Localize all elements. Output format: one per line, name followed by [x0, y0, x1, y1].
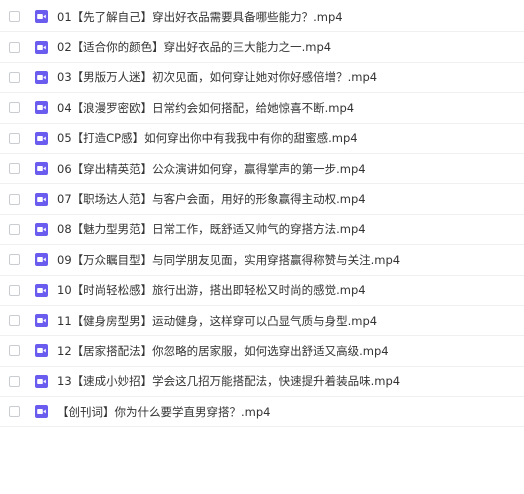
file-name[interactable]: 13【速成小妙招】学会这几招万能搭配法，快速提升着装品味.mp4	[57, 373, 400, 389]
file-name[interactable]: 09【万众瞩目型】与同学朋友见面，实用穿搭赢得称赞与关注.mp4	[57, 252, 400, 268]
video-file-icon	[35, 344, 48, 358]
video-file-icon	[35, 222, 48, 236]
select-checkbox[interactable]	[9, 163, 20, 175]
file-name[interactable]: 03【男版万人迷】初次见面，如何穿让她对你好感倍增？.mp4	[57, 69, 377, 85]
select-checkbox[interactable]	[9, 254, 20, 266]
video-camera-glyph-icon	[37, 105, 46, 111]
video-camera-glyph-icon	[37, 257, 46, 263]
select-checkbox[interactable]	[9, 345, 20, 357]
video-file-icon	[35, 10, 48, 24]
video-camera-glyph-icon	[37, 166, 46, 172]
select-checkbox[interactable]	[9, 11, 20, 23]
file-row[interactable]: 06【穿出精英范】公众演讲如何穿，赢得掌声的第一步.mp4	[0, 154, 524, 185]
file-row[interactable]: 07【职场达人范】与客户会面，用好的形象赢得主动权.mp4	[0, 184, 524, 215]
select-checkbox[interactable]	[9, 284, 20, 296]
file-row[interactable]: 【创刊词】你为什么要学直男穿搭？.mp4	[0, 397, 524, 428]
video-camera-glyph-icon	[37, 318, 46, 324]
file-row[interactable]: 13【速成小妙招】学会这几招万能搭配法，快速提升着装品味.mp4	[0, 367, 524, 398]
file-name[interactable]: 04【浪漫罗密欧】日常约会如何搭配，给她惊喜不断.mp4	[57, 100, 354, 116]
video-file-icon	[35, 314, 48, 328]
video-camera-glyph-icon	[37, 409, 46, 415]
file-name[interactable]: 【创刊词】你为什么要学直男穿搭？.mp4	[57, 404, 270, 420]
select-checkbox[interactable]	[9, 315, 20, 327]
file-name[interactable]: 08【魅力型男范】日常工作，既舒适又帅气的穿搭方法.mp4	[57, 221, 366, 237]
file-name[interactable]: 11【健身房型男】运动健身，这样穿可以凸显气质与身型.mp4	[57, 313, 377, 329]
video-camera-glyph-icon	[37, 44, 46, 50]
select-checkbox[interactable]	[9, 102, 20, 114]
file-row[interactable]: 08【魅力型男范】日常工作，既舒适又帅气的穿搭方法.mp4	[0, 215, 524, 246]
file-row[interactable]: 03【男版万人迷】初次见面，如何穿让她对你好感倍增？.mp4	[0, 63, 524, 94]
file-row[interactable]: 12【居家搭配法】你忽略的居家服，如何选穿出舒适又高级.mp4	[0, 336, 524, 367]
select-checkbox[interactable]	[9, 71, 20, 83]
file-name[interactable]: 01【先了解自己】穿出好衣品需要具备哪些能力？.mp4	[57, 9, 343, 25]
select-checkbox[interactable]	[9, 193, 20, 205]
video-camera-glyph-icon	[37, 74, 46, 80]
select-checkbox[interactable]	[9, 223, 20, 235]
select-checkbox[interactable]	[9, 41, 20, 53]
video-file-icon	[35, 405, 48, 419]
file-name[interactable]: 12【居家搭配法】你忽略的居家服，如何选穿出舒适又高级.mp4	[57, 343, 389, 359]
file-row[interactable]: 05【打造CP感】如何穿出你中有我我中有你的甜蜜感.mp4	[0, 124, 524, 154]
video-file-icon	[35, 101, 48, 115]
select-checkbox[interactable]	[9, 132, 20, 144]
select-checkbox[interactable]	[9, 375, 20, 387]
file-name[interactable]: 02【适合你的颜色】穿出好衣品的三大能力之一.mp4	[57, 39, 331, 55]
video-file-icon	[35, 70, 48, 84]
file-row[interactable]: 11【健身房型男】运动健身，这样穿可以凸显气质与身型.mp4	[0, 306, 524, 337]
file-row[interactable]: 02【适合你的颜色】穿出好衣品的三大能力之一.mp4	[0, 32, 524, 63]
video-camera-glyph-icon	[37, 378, 46, 384]
video-file-icon	[35, 40, 48, 54]
file-list: 01【先了解自己】穿出好衣品需要具备哪些能力？.mp4 02【适合你的颜色】穿出好…	[0, 2, 524, 428]
video-file-icon	[35, 374, 48, 388]
video-file-icon	[35, 283, 48, 297]
video-camera-glyph-icon	[37, 348, 46, 354]
empty-area	[0, 460, 524, 494]
video-camera-glyph-icon	[37, 287, 46, 293]
video-camera-glyph-icon	[37, 14, 46, 20]
select-checkbox[interactable]	[9, 406, 20, 418]
file-name[interactable]: 07【职场达人范】与客户会面，用好的形象赢得主动权.mp4	[57, 191, 366, 207]
file-name[interactable]: 06【穿出精英范】公众演讲如何穿，赢得掌声的第一步.mp4	[57, 161, 366, 177]
file-row[interactable]: 01【先了解自己】穿出好衣品需要具备哪些能力？.mp4	[0, 2, 524, 33]
video-file-icon	[35, 253, 48, 267]
file-row[interactable]: 04【浪漫罗密欧】日常约会如何搭配，给她惊喜不断.mp4	[0, 93, 524, 124]
video-camera-glyph-icon	[37, 226, 46, 232]
video-file-icon	[35, 131, 48, 145]
file-name[interactable]: 10【时尚轻松感】旅行出游，搭出即轻松又时尚的感觉.mp4	[57, 282, 366, 298]
video-file-icon	[35, 192, 48, 206]
video-file-icon	[35, 162, 48, 176]
video-camera-glyph-icon	[37, 196, 46, 202]
file-row[interactable]: 10【时尚轻松感】旅行出游，搭出即轻松又时尚的感觉.mp4	[0, 276, 524, 306]
video-camera-glyph-icon	[37, 135, 46, 141]
file-name[interactable]: 05【打造CP感】如何穿出你中有我我中有你的甜蜜感.mp4	[57, 130, 358, 146]
file-row[interactable]: 09【万众瞩目型】与同学朋友见面，实用穿搭赢得称赞与关注.mp4	[0, 245, 524, 276]
